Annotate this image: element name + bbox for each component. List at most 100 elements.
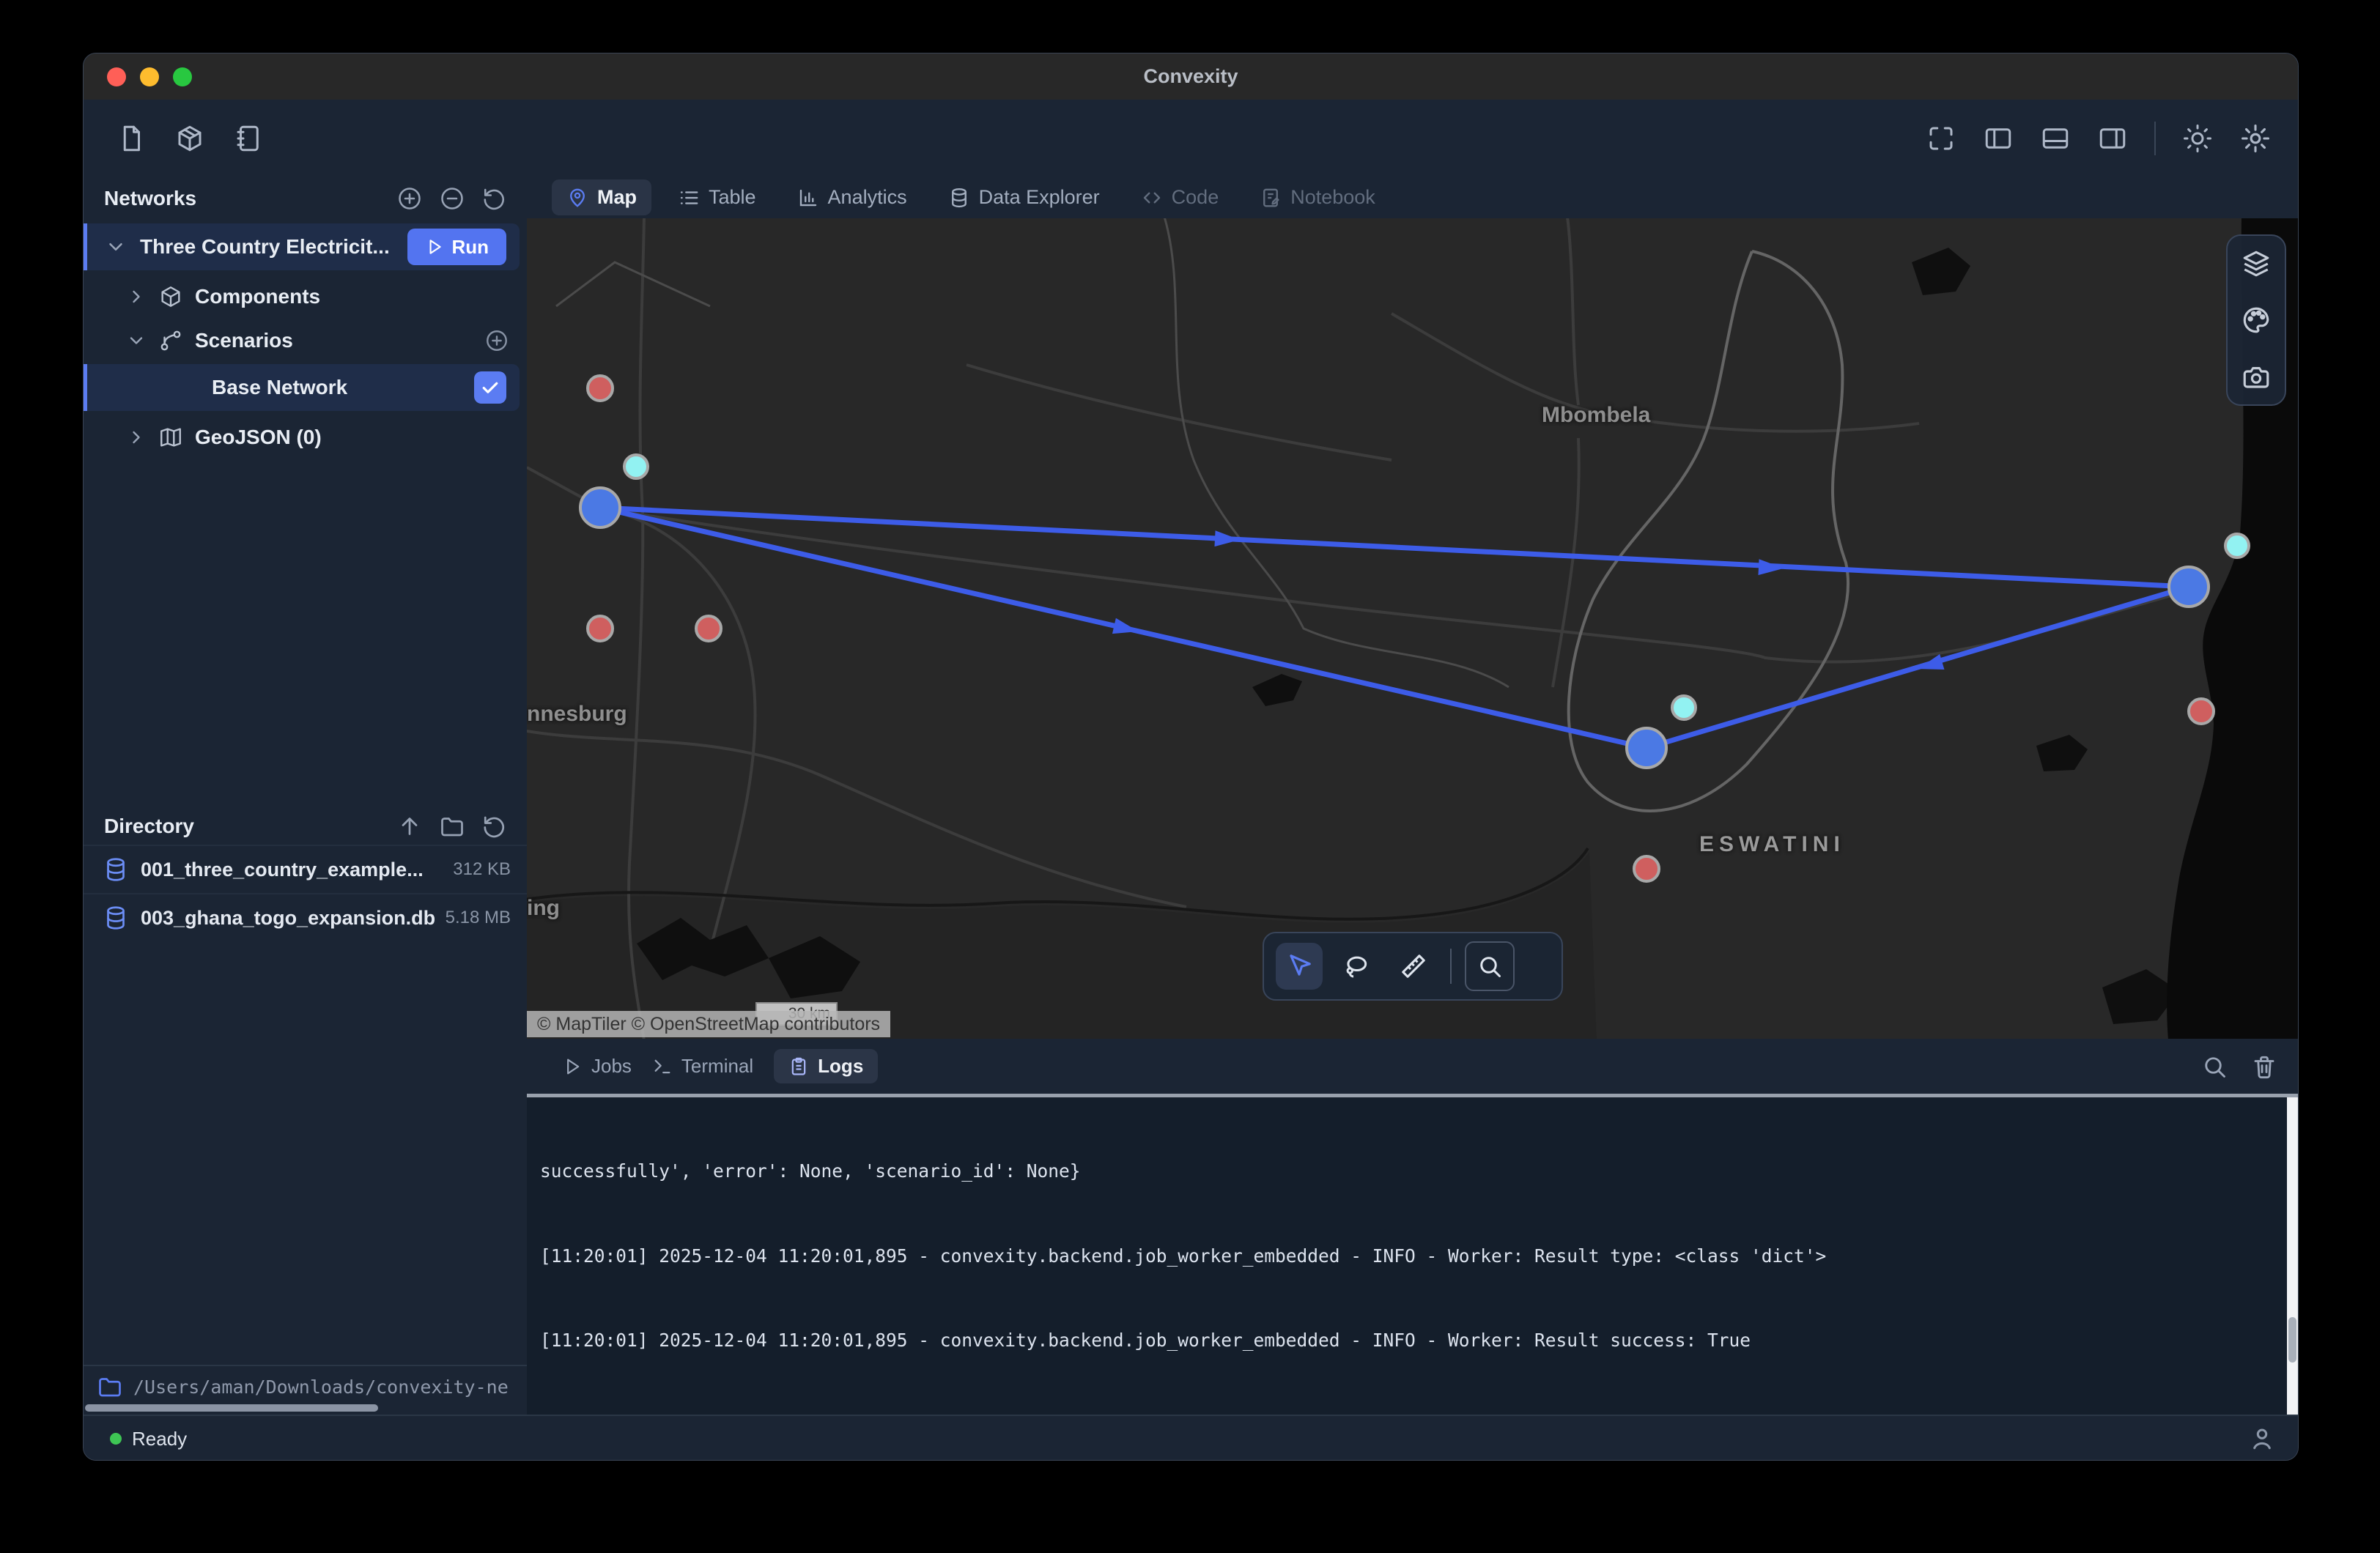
- map-country-label: ESWATINI: [1699, 832, 1845, 857]
- map-layer-controls: [2226, 234, 2286, 406]
- panel-right-icon[interactable]: [2097, 123, 2128, 154]
- chevron-down-icon[interactable]: [105, 236, 127, 258]
- base-network-checkbox[interactable]: [474, 371, 506, 404]
- tab-map[interactable]: Map: [552, 179, 651, 215]
- status-bar: Ready: [84, 1415, 2298, 1461]
- log-output-panel[interactable]: successfully', 'error': None, 'scenario_…: [527, 1094, 2298, 1415]
- zoom-window-button[interactable]: [173, 67, 192, 86]
- panel-bottom-icon[interactable]: [2040, 123, 2071, 154]
- workspace-path: /Users/aman/Downloads/convexity-ne: [133, 1376, 509, 1398]
- directory-title: Directory: [84, 815, 194, 838]
- tab-analytics[interactable]: Analytics: [783, 179, 922, 215]
- ruler-tool[interactable]: [1390, 943, 1437, 990]
- lasso-tool[interactable]: [1333, 943, 1380, 990]
- directory-panel-header: Directory: [84, 808, 527, 845]
- settings-gear-icon[interactable]: [2239, 122, 2272, 155]
- file-name: 003_ghana_togo_expansion.db: [141, 907, 435, 930]
- sidebar-item-geojson[interactable]: GeoJSON (0): [84, 417, 527, 458]
- log-search-icon[interactable]: [2201, 1053, 2228, 1080]
- scenarios-branch-icon: [158, 328, 183, 353]
- horizontal-scrollbar[interactable]: [85, 1404, 378, 1412]
- map-search-tool[interactable]: [1465, 941, 1515, 991]
- close-window-button[interactable]: [107, 67, 126, 86]
- chevron-right-icon[interactable]: [126, 427, 147, 448]
- remove-network-icon[interactable]: [439, 185, 465, 212]
- refresh-networks-icon[interactable]: [481, 185, 508, 212]
- new-file-icon[interactable]: [116, 123, 147, 154]
- sidebar-item-components[interactable]: Components: [84, 276, 527, 317]
- file-row[interactable]: 001_three_country_example... 312 KB: [84, 846, 527, 893]
- tab-logs[interactable]: Logs: [774, 1049, 878, 1083]
- status-dot: [110, 1433, 122, 1445]
- user-icon[interactable]: [2248, 1425, 2276, 1453]
- tab-data-explorer[interactable]: Data Explorer: [934, 179, 1115, 215]
- map-attribution: © MapTiler © OpenStreetMap contributors: [527, 1011, 890, 1037]
- notebook-panel-icon[interactable]: [233, 123, 264, 154]
- camera-icon[interactable]: [2241, 361, 2272, 392]
- add-scenario-icon[interactable]: [484, 328, 509, 353]
- titlebar: Convexity: [84, 53, 2298, 100]
- list-icon: [678, 187, 700, 209]
- refresh-directory-icon[interactable]: [481, 813, 508, 839]
- notebook-icon: [1260, 187, 1282, 209]
- tab-label: Analytics: [828, 186, 907, 209]
- chevron-down-icon[interactable]: [126, 330, 147, 351]
- tab-label: Logs: [818, 1055, 863, 1078]
- clear-logs-trash-icon[interactable]: [2251, 1053, 2277, 1080]
- tab-notebook[interactable]: Notebook: [1245, 179, 1390, 215]
- window-title: Convexity: [1143, 65, 1238, 88]
- log-line: [11:20:01] 2025-12-04 11:20:01,895 - con…: [540, 1327, 2283, 1355]
- theme-light-icon[interactable]: [2182, 123, 2213, 154]
- tab-jobs[interactable]: Jobs: [562, 1055, 632, 1078]
- log-scrollbar-thumb[interactable]: [2288, 1317, 2296, 1363]
- code-icon: [1141, 187, 1163, 209]
- file-size: 312 KB: [453, 859, 511, 880]
- log-line: [11:20:01] 2025-12-04 11:20:01,895 - con…: [540, 1242, 2283, 1271]
- tab-code[interactable]: Code: [1126, 179, 1234, 215]
- tab-label: Map: [597, 186, 637, 209]
- run-button[interactable]: Run: [407, 229, 506, 265]
- layers-icon[interactable]: [2241, 248, 2272, 279]
- open-folder-icon[interactable]: [439, 813, 465, 839]
- add-network-icon[interactable]: [396, 185, 423, 212]
- clipboard-icon: [788, 1056, 809, 1077]
- workspace-path-row[interactable]: /Users/aman/Downloads/convexity-ne: [84, 1365, 527, 1407]
- fullscreen-icon[interactable]: [1926, 123, 1956, 154]
- tab-label: Terminal: [681, 1055, 753, 1078]
- tab-label: Notebook: [1290, 186, 1375, 209]
- terminal-icon: [652, 1056, 673, 1077]
- map-city-label: Mbombela: [1542, 403, 1650, 428]
- select-cursor-tool[interactable]: [1276, 943, 1323, 990]
- up-directory-icon[interactable]: [396, 813, 423, 839]
- tab-terminal[interactable]: Terminal: [652, 1055, 753, 1078]
- sidebar-item-scenarios[interactable]: Scenarios: [84, 320, 527, 361]
- file-row[interactable]: 003_ghana_togo_expansion.db 5.18 MB: [84, 894, 527, 941]
- palette-icon[interactable]: [2241, 305, 2272, 336]
- tab-label: Jobs: [591, 1055, 632, 1078]
- map-canvas[interactable]: Mbombela ESWATINI nnesburg ing 30 km © M…: [527, 218, 2298, 1039]
- tab-label: Code: [1172, 186, 1219, 209]
- database-icon: [948, 187, 970, 209]
- log-horizontal-scrollbar[interactable]: [527, 1094, 2298, 1097]
- networks-title: Networks: [84, 187, 196, 210]
- sidebar: Networks Three Country Electricit... Run: [84, 177, 528, 1415]
- network-row-root[interactable]: Three Country Electricit... Run: [84, 223, 520, 270]
- screen: Convexity: [0, 0, 2380, 1553]
- panel-left-icon[interactable]: [1983, 123, 2014, 154]
- app-window: Convexity: [83, 53, 2299, 1461]
- log-line: successfully', 'error': None, 'scenario_…: [540, 1157, 2283, 1186]
- tab-label: Table: [709, 186, 756, 209]
- chevron-right-icon[interactable]: [126, 286, 147, 307]
- minimize-window-button[interactable]: [140, 67, 159, 86]
- tab-table[interactable]: Table: [663, 179, 771, 215]
- play-icon: [562, 1056, 583, 1077]
- package-icon[interactable]: [174, 123, 205, 154]
- base-network-label: Base Network: [212, 376, 347, 399]
- sidebar-item-base-network[interactable]: Base Network: [84, 364, 520, 411]
- divider: [1450, 949, 1452, 984]
- traffic-lights: [107, 53, 192, 100]
- scenarios-label: Scenarios: [195, 329, 293, 352]
- network-root-label: Three Country Electricit...: [140, 235, 390, 259]
- toolbar-divider: [2154, 122, 2156, 155]
- log-scrollbar-track[interactable]: [2287, 1097, 2298, 1415]
